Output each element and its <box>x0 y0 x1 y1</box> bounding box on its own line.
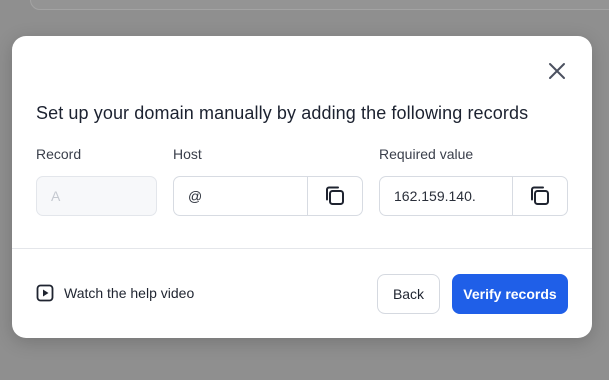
setup-domain-modal: Set up your domain manually by adding th… <box>12 36 592 338</box>
copy-icon <box>326 186 344 205</box>
close-button[interactable] <box>548 62 566 80</box>
play-icon <box>36 284 54 302</box>
background-card <box>30 0 609 10</box>
required-value-field[interactable]: 162.159.140. <box>379 176 568 216</box>
help-video-label: Watch the help video <box>64 285 195 301</box>
record-value: A <box>51 188 61 204</box>
divider <box>12 248 592 249</box>
required-value-label: Required value <box>379 146 474 162</box>
record-label: Record <box>36 146 82 162</box>
modal-title: Set up your domain manually by adding th… <box>36 103 529 123</box>
required-value-text: 162.159.140. <box>394 188 476 204</box>
verify-records-button[interactable]: Verify records <box>452 274 568 314</box>
help-video-link[interactable]: Watch the help video <box>36 284 194 302</box>
host-label: Host <box>173 146 202 162</box>
copy-value-button[interactable] <box>512 177 567 215</box>
copy-icon <box>531 186 549 205</box>
record-field: A <box>36 176 157 216</box>
close-icon <box>549 63 565 79</box>
back-button[interactable]: Back <box>377 274 440 314</box>
host-field[interactable]: @ <box>173 176 363 216</box>
host-value: @ <box>188 188 203 204</box>
copy-host-button[interactable] <box>307 177 362 215</box>
